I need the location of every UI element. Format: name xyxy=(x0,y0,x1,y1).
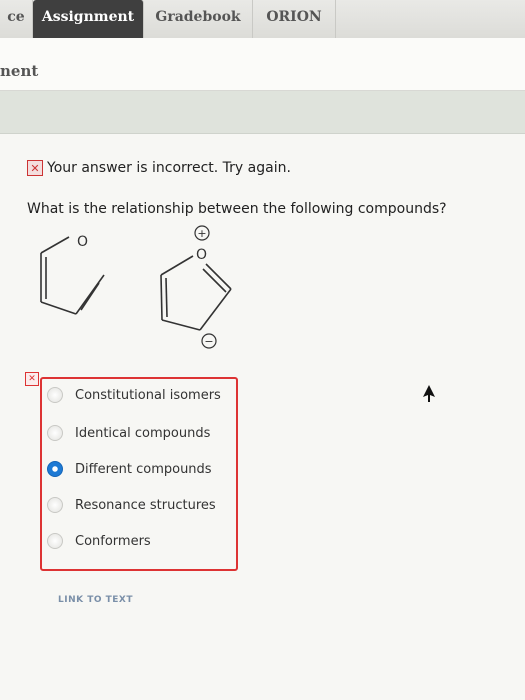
option-different-compounds[interactable]: Different compounds xyxy=(47,461,212,477)
radio-button-selected[interactable] xyxy=(47,461,63,477)
radio-button[interactable] xyxy=(47,533,63,549)
radio-button[interactable] xyxy=(47,497,63,513)
tab-assignment[interactable]: Assignment xyxy=(33,0,144,38)
feedback-text: Your answer is incorrect. Try again. xyxy=(47,160,291,176)
tab-bar: ce Assignment Gradebook ORION xyxy=(0,0,525,39)
compound-structures: O O + − xyxy=(40,225,232,349)
oxygen-left: O xyxy=(77,234,88,250)
option-identical-compounds[interactable]: Identical compounds xyxy=(47,425,210,441)
tab-gradebook[interactable]: Gradebook xyxy=(144,0,253,38)
positive-charge-symbol: + xyxy=(197,227,206,240)
option-constitutional-isomers[interactable]: Constitutional isomers xyxy=(47,387,221,403)
tab-orion[interactable]: ORION xyxy=(253,0,336,38)
feedback-message: ✕ Your answer is incorrect. Try again. xyxy=(27,160,291,176)
radio-button[interactable] xyxy=(47,387,63,403)
tab-partial[interactable]: ce xyxy=(0,0,33,38)
question-text: What is the relationship between the fol… xyxy=(27,201,447,217)
error-icon: ✕ xyxy=(27,160,43,176)
option-resonance-structures[interactable]: Resonance structures xyxy=(47,497,216,513)
sub-header xyxy=(0,38,525,91)
mouse-cursor-icon xyxy=(423,385,435,402)
header-band xyxy=(0,91,525,134)
page-title: nent xyxy=(0,62,39,80)
compound-left xyxy=(40,236,105,315)
negative-charge-symbol: − xyxy=(204,335,213,348)
answer-error-icon: ✕ xyxy=(25,372,39,386)
option-conformers[interactable]: Conformers xyxy=(47,533,151,549)
radio-button[interactable] xyxy=(47,425,63,441)
oxygen-right: O xyxy=(196,247,207,263)
compound-right xyxy=(160,255,232,331)
link-to-text[interactable]: LINK TO TEXT xyxy=(58,595,133,605)
